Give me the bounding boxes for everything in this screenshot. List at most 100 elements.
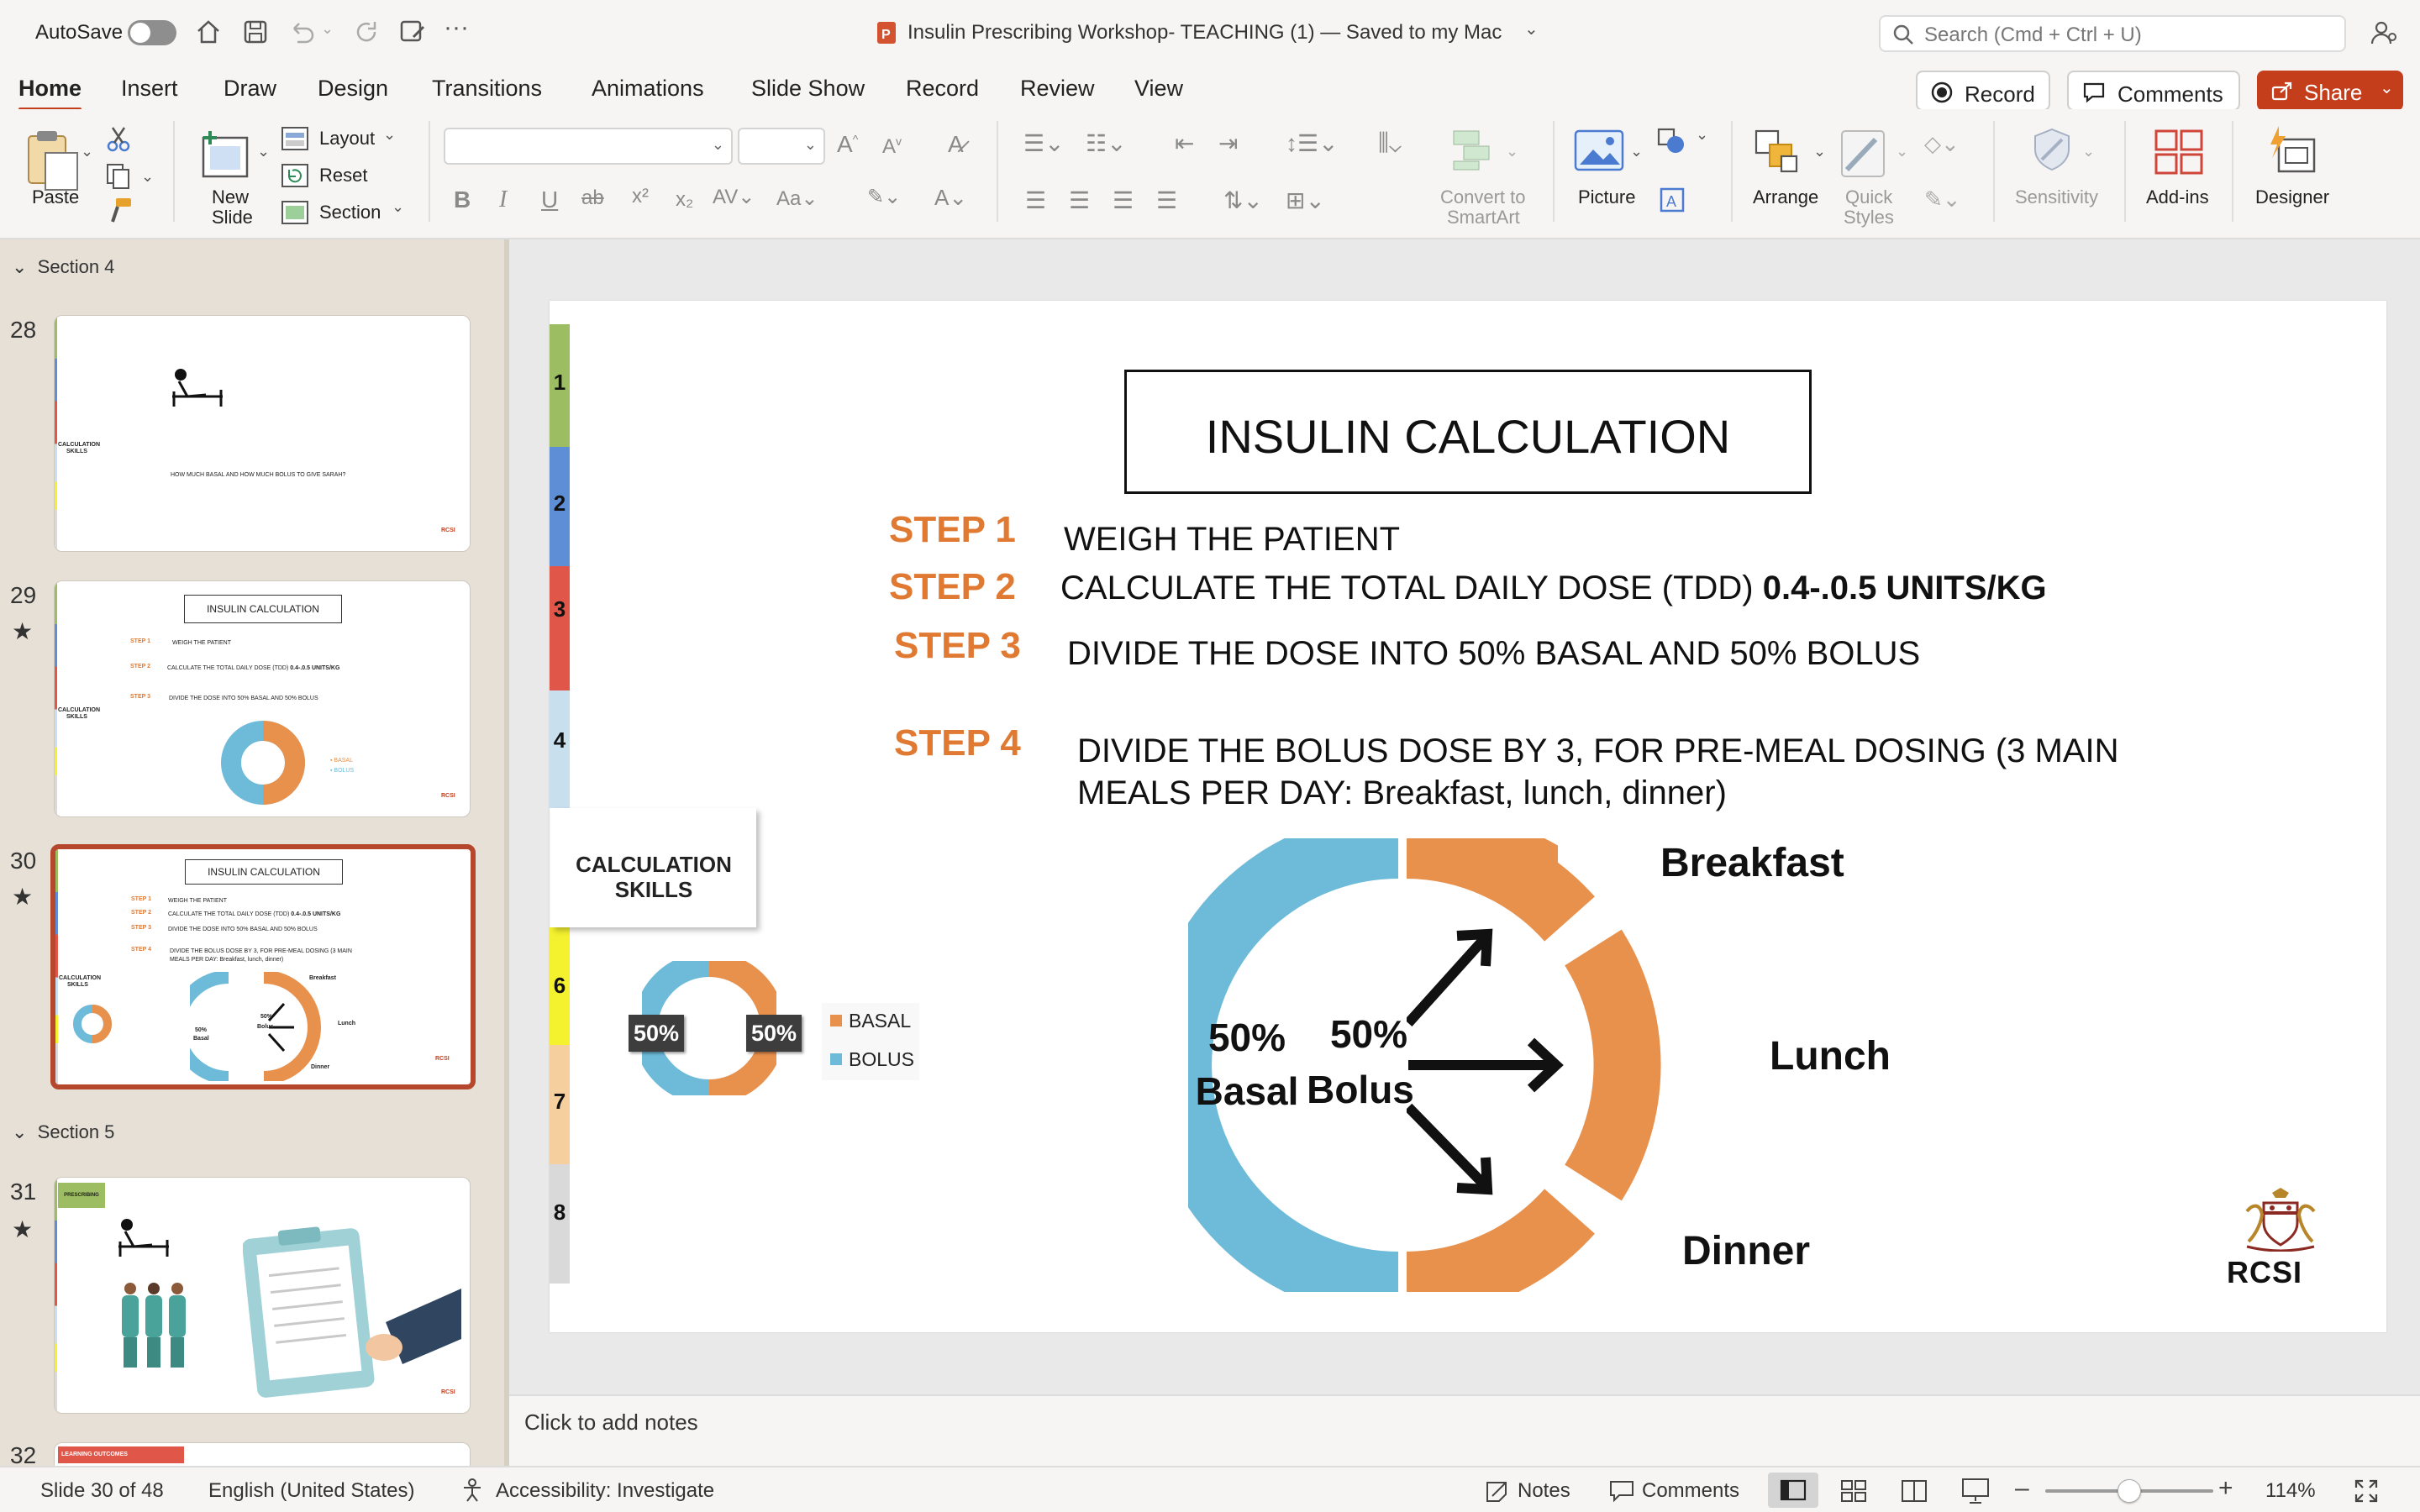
designer-icon[interactable] <box>2264 123 2319 178</box>
current-slide[interactable]: 1 2 3 4 6 7 8 CALCULATION SKILLS INSULIN… <box>550 301 2386 1332</box>
shapes-icon[interactable] <box>1655 126 1689 156</box>
section-4-header[interactable]: ⌄ Section 4 <box>12 256 114 278</box>
layout-icon[interactable] <box>281 126 309 151</box>
autosave-toggle[interactable] <box>128 20 176 45</box>
justify-icon[interactable]: ☰ <box>1156 186 1177 214</box>
paste-icon[interactable] <box>24 128 82 193</box>
undo-dropdown-icon[interactable]: ⌄ <box>321 20 334 38</box>
share-button[interactable]: Share ⌄ <box>2257 71 2403 111</box>
document-title[interactable]: Insulin Prescribing Workshop- TEACHING (… <box>908 21 1502 45</box>
align-text-icon[interactable]: ⊞⌄ <box>1286 186 1325 214</box>
font-size-dropdown[interactable]: ⌄ <box>738 128 825 165</box>
italic-icon[interactable]: I <box>499 186 507 213</box>
zoom-in-button[interactable]: + <box>2218 1474 2233 1503</box>
reading-view-icon[interactable] <box>1901 1479 1928 1503</box>
notes-toggle[interactable]: Notes <box>1518 1479 1570 1503</box>
tab-review[interactable]: Review <box>1020 76 1095 102</box>
calculation-skills-tab[interactable]: CALCULATION SKILLS <box>551 808 756 927</box>
picture-icon[interactable] <box>1573 128 1625 173</box>
section-dropdown-icon[interactable]: ⌄ <box>392 198 404 216</box>
font-color-icon[interactable]: A⌄ <box>934 185 967 211</box>
undo-icon[interactable] <box>287 18 318 45</box>
picture-dropdown-icon[interactable]: ⌄ <box>1630 143 1643 160</box>
tab-home[interactable]: Home <box>18 76 82 112</box>
align-center-icon[interactable]: ☰ <box>1069 186 1090 214</box>
section-5-header[interactable]: ⌄ Section 5 <box>12 1121 114 1143</box>
bullets-icon[interactable]: ☰⌄ <box>1023 129 1065 157</box>
cut-icon[interactable] <box>106 126 131 153</box>
reset-icon[interactable] <box>281 163 309 188</box>
comments-button[interactable]: Comments <box>2067 71 2240 111</box>
text-direction-icon[interactable]: ⇅⌄ <box>1223 186 1263 214</box>
section-tab-3[interactable] <box>550 566 570 690</box>
align-right-icon[interactable]: ☰ <box>1113 186 1134 214</box>
slide-title-box[interactable]: INSULIN CALCULATION <box>1124 370 1812 494</box>
redo-icon[interactable] <box>353 18 380 45</box>
tab-draw[interactable]: Draw <box>224 76 276 102</box>
underline-icon[interactable]: U <box>541 186 558 213</box>
tab-animations[interactable]: Animations <box>592 76 704 102</box>
section-button[interactable]: Section <box>319 202 381 223</box>
comments-toggle[interactable]: Comments <box>1642 1479 1739 1503</box>
tab-transitions[interactable]: Transitions <box>432 76 542 102</box>
increase-font-size-icon[interactable]: A^ <box>837 131 858 158</box>
increase-indent-icon[interactable]: ⇥ <box>1218 129 1238 157</box>
slide-thumbnail-31[interactable]: PRESCRIBING RCSI <box>54 1177 471 1414</box>
subscript-icon[interactable]: x₂ <box>676 188 693 212</box>
zoom-level[interactable]: 114% <box>2265 1479 2316 1503</box>
arrange-icon[interactable] <box>1753 128 1803 175</box>
copy-icon[interactable] <box>104 163 134 190</box>
align-left-icon[interactable]: ☰ <box>1025 186 1046 214</box>
slide-thumbnail-29[interactable]: INSULIN CALCULATION STEP 1 WEIGH THE PATI… <box>54 580 471 817</box>
slide-thumbnail-30[interactable]: INSULIN CALCULATION STEP 1 WEIGH THE PATI… <box>50 844 476 1089</box>
account-icon[interactable] <box>2370 18 2398 47</box>
record-button[interactable]: Record <box>1916 71 2050 111</box>
arrange-dropdown-icon[interactable]: ⌄ <box>1813 143 1826 160</box>
title-dropdown-icon[interactable]: ⌄ <box>1524 18 1539 39</box>
numbering-icon[interactable]: ☷⌄ <box>1086 129 1127 157</box>
zoom-slider-thumb[interactable] <box>2118 1479 2141 1503</box>
search-box[interactable]: Search (Cmd + Ctrl + U) <box>1879 15 2346 52</box>
copy-dropdown-icon[interactable]: ⌄ <box>141 168 154 186</box>
tab-record[interactable]: Record <box>906 76 979 102</box>
quick-styles-icon[interactable] <box>1839 128 1889 180</box>
tab-view[interactable]: View <box>1134 76 1183 102</box>
notes-placeholder[interactable]: Click to add notes <box>524 1410 698 1436</box>
format-painter-icon[interactable] <box>106 197 133 223</box>
search-input[interactable]: Search (Cmd + Ctrl + U) <box>1924 24 2142 47</box>
layout-button[interactable]: Layout <box>319 128 375 150</box>
new-slide-icon[interactable] <box>195 128 254 183</box>
accessibility-status[interactable]: Accessibility: Investigate <box>496 1479 714 1503</box>
save-icon[interactable] <box>242 18 269 45</box>
more-options-icon[interactable]: ··· <box>444 13 469 42</box>
decrease-font-size-icon[interactable]: Av <box>882 134 902 159</box>
layout-dropdown-icon[interactable]: ⌄ <box>383 126 396 144</box>
shape-outline-icon[interactable]: ✎⌄ <box>1924 186 1961 213</box>
notes-pane[interactable]: Click to add notes <box>509 1394 2420 1466</box>
new-slide-dropdown-icon[interactable]: ⌄ <box>257 143 270 160</box>
add-ins-icon[interactable] <box>2153 128 2205 176</box>
fit-to-window-icon[interactable] <box>2353 1478 2380 1504</box>
sensitivity-icon[interactable] <box>2028 126 2075 173</box>
reset-button[interactable]: Reset <box>319 165 367 186</box>
section-icon[interactable] <box>281 200 309 225</box>
change-case-icon[interactable]: Aa⌄ <box>776 186 818 211</box>
language-indicator[interactable]: English (United States) <box>208 1479 414 1503</box>
line-spacing-icon[interactable]: ↕☰⌄ <box>1286 129 1339 157</box>
slide-show-icon[interactable] <box>1961 1478 1990 1504</box>
tab-insert[interactable]: Insert <box>121 76 178 102</box>
paste-dropdown-icon[interactable]: ⌄ <box>81 143 93 160</box>
highlight-icon[interactable]: ✎⌄ <box>867 185 901 209</box>
slide-thumbnail-28[interactable]: CALCULATION SKILLS HOW MUCH BASAL AND HO… <box>54 315 471 552</box>
text-box-icon[interactable]: A <box>1659 186 1686 213</box>
home-icon[interactable] <box>195 18 222 45</box>
shape-fill-icon[interactable]: ◇⌄ <box>1924 131 1960 157</box>
columns-icon[interactable]: ⫼⌄ <box>1378 129 1402 157</box>
normal-view-button[interactable] <box>1768 1473 1818 1508</box>
tab-slide-show[interactable]: Slide Show <box>751 76 865 102</box>
slide-sorter-icon[interactable] <box>1840 1479 1867 1503</box>
save-as-icon[interactable] <box>398 18 427 45</box>
bold-icon[interactable]: B <box>454 186 471 213</box>
tab-design[interactable]: Design <box>318 76 388 102</box>
clear-formatting-icon[interactable]: A̷ <box>948 131 964 158</box>
